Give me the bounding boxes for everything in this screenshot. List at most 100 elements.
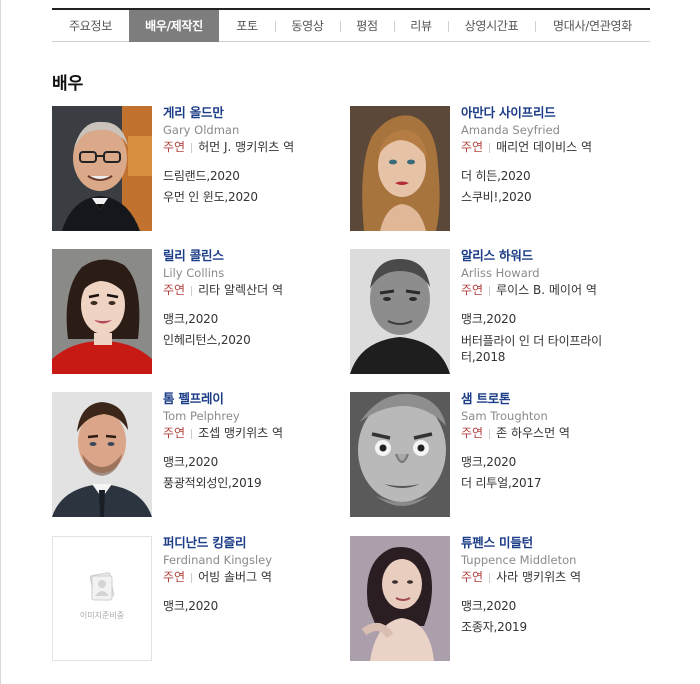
actor-name-korean[interactable]: 퍼디난드 킹즐리 <box>163 534 348 551</box>
character-name: 존 하우스먼 역 <box>496 426 570 440</box>
actor-photo[interactable] <box>350 106 450 231</box>
actor-photo[interactable] <box>52 249 152 374</box>
tab-cast-crew[interactable]: 배우/제작진 <box>129 9 219 42</box>
tab-showtimes[interactable]: 상영시간표 <box>448 10 535 42</box>
actor-card: 샘 트로톤 Sam Troughton 주연 존 하우스먼 역 맹크,2020 … <box>350 391 640 518</box>
role-type-label: 주연 <box>461 570 484 584</box>
filmography-item[interactable]: 인헤리턴스,2020 <box>163 330 348 351</box>
character-name: 사라 맹키위츠 역 <box>496 570 582 584</box>
page-left-border <box>0 0 1 684</box>
actor-name-english: Sam Troughton <box>461 409 548 423</box>
filmography-item[interactable]: 풍광적외성인,2019 <box>163 473 348 494</box>
character-name: 매리언 데이비스 역 <box>496 140 593 154</box>
actor-card: 톰 펠프레이 Tom Pelphrey 주연 조셉 맹키위츠 역 맹크,2020… <box>52 391 342 518</box>
role-divider <box>489 142 491 153</box>
role-divider <box>191 572 193 583</box>
character-name: 어빙 솔버그 역 <box>198 570 272 584</box>
filmography-list: 더 히든,2020 스쿠비!,2020 <box>461 166 646 208</box>
role-type-label: 주연 <box>163 570 186 584</box>
role-type-label: 주연 <box>163 426 186 440</box>
filmography-item[interactable]: 버터플라이 인 더 타이프라이터,2018 <box>461 333 621 365</box>
actor-name-english: Ferdinand Kingsley <box>163 553 273 567</box>
actor-role-row: 주연 루이스 B. 메이어 역 <box>461 282 646 299</box>
filmography-list: 맹크,2020 풍광적외성인,2019 <box>163 452 348 494</box>
role-type-label: 주연 <box>163 140 186 154</box>
actor-name-english: Tom Pelphrey <box>163 409 240 423</box>
tab-quotes-related[interactable]: 명대사/연관영화 <box>535 10 650 42</box>
filmography-item[interactable]: 더 리투얼,2017 <box>461 473 646 494</box>
actor-name-korean[interactable]: 튜펜스 미들턴 <box>461 534 646 551</box>
filmography-item[interactable]: 스쿠비!,2020 <box>461 187 646 208</box>
actor-name-korean[interactable]: 아만다 사이프리드 <box>461 104 646 121</box>
tab-photo[interactable]: 포토 <box>219 10 275 42</box>
filmography-item[interactable]: 맹크,2020 <box>461 309 646 330</box>
role-divider <box>489 572 491 583</box>
actor-photo[interactable] <box>52 392 152 517</box>
no-image-icon <box>89 572 115 601</box>
actor-photo[interactable] <box>52 106 152 231</box>
actor-name-english: Gary Oldman <box>163 123 240 137</box>
character-name: 리타 알렉산더 역 <box>198 283 284 297</box>
actor-role-row: 주연 리타 알렉산더 역 <box>163 282 348 299</box>
actor-role-row: 주연 허먼 J. 맹키위츠 역 <box>163 139 348 156</box>
actor-card: 게리 올드만 Gary Oldman 주연 허먼 J. 맹키위츠 역 드림랜드,… <box>52 105 342 232</box>
actor-photo[interactable] <box>350 392 450 517</box>
actor-name-korean[interactable]: 알리스 하워드 <box>461 247 646 264</box>
actor-role-row: 주연 조셉 맹키위츠 역 <box>163 425 348 442</box>
filmography-list: 맹크,2020 인헤리턴스,2020 <box>163 309 348 351</box>
actor-role-row: 주연 어빙 솔버그 역 <box>163 569 348 586</box>
section-title-cast: 배우 <box>52 74 84 94</box>
actor-photo-placeholder[interactable]: 이미지준비중 <box>52 536 152 661</box>
filmography-item[interactable]: 맹크,2020 <box>461 452 646 473</box>
actor-role-row: 주연 사라 맹키위츠 역 <box>461 569 646 586</box>
role-divider <box>489 428 491 439</box>
filmography-list: 맹크,2020 조종자,2019 <box>461 596 646 638</box>
filmography-item[interactable]: 더 히든,2020 <box>461 166 646 187</box>
actor-role-row: 주연 매리언 데이비스 역 <box>461 139 646 156</box>
actor-card: 아만다 사이프리드 Amanda Seyfried 주연 매리언 데이비스 역 … <box>350 105 640 232</box>
filmography-item[interactable]: 맹크,2020 <box>163 309 348 330</box>
actor-card: 릴리 콜린스 Lily Collins 주연 리타 알렉산더 역 맹크,2020… <box>52 248 342 375</box>
filmography-item[interactable]: 맹크,2020 <box>163 452 348 473</box>
role-type-label: 주연 <box>163 283 186 297</box>
actor-photo[interactable] <box>350 249 450 374</box>
actor-name-korean[interactable]: 게리 올드만 <box>163 104 348 121</box>
no-image-caption: 이미지준비중 <box>79 611 125 620</box>
character-name: 허먼 J. 맹키위츠 역 <box>198 140 295 154</box>
actor-name-english: Arliss Howard <box>461 266 540 280</box>
tab-video[interactable]: 동영상 <box>275 10 340 42</box>
filmography-list: 맹크,2020 버터플라이 인 더 타이프라이터,2018 <box>461 309 646 365</box>
actor-card: 알리스 하워드 Arliss Howard 주연 루이스 B. 메이어 역 맹크… <box>350 248 640 375</box>
filmography-item[interactable]: 조종자,2019 <box>461 617 646 638</box>
filmography-item[interactable]: 우먼 인 윈도,2020 <box>163 187 348 208</box>
actor-role-row: 주연 존 하우스먼 역 <box>461 425 646 442</box>
tab-main-info[interactable]: 주요정보 <box>52 10 129 42</box>
tab-rating[interactable]: 평점 <box>340 10 394 42</box>
role-type-label: 주연 <box>461 426 484 440</box>
character-name: 루이스 B. 메이어 역 <box>496 283 597 297</box>
filmography-list: 맹크,2020 더 리투얼,2017 <box>461 452 646 494</box>
actor-name-english: Amanda Seyfried <box>461 123 560 137</box>
character-name: 조셉 맹키위츠 역 <box>198 426 284 440</box>
filmography-item[interactable]: 맹크,2020 <box>461 596 646 617</box>
actor-photo[interactable] <box>350 536 450 661</box>
filmography-list: 드림랜드,2020 우먼 인 윈도,2020 <box>163 166 348 208</box>
role-divider <box>191 285 193 296</box>
movie-tab-bar: 주요정보 배우/제작진 포토 동영상 평점 리뷰 상영시간표 명대사/연관영화 <box>52 8 650 42</box>
tab-review[interactable]: 리뷰 <box>394 10 448 42</box>
filmography-item[interactable]: 맹크,2020 <box>163 596 348 617</box>
actor-card: 튜펜스 미들턴 Tuppence Middleton 주연 사라 맹키위츠 역 … <box>350 535 640 662</box>
role-type-label: 주연 <box>461 140 484 154</box>
actor-name-english: Lily Collins <box>163 266 225 280</box>
actor-name-english: Tuppence Middleton <box>461 553 577 567</box>
actor-card: 이미지준비중 퍼디난드 킹즐리 Ferdinand Kingsley 주연 어빙… <box>52 535 342 662</box>
role-divider <box>191 142 193 153</box>
role-divider <box>489 285 491 296</box>
filmography-list: 맹크,2020 <box>163 596 348 617</box>
actor-name-korean[interactable]: 릴리 콜린스 <box>163 247 348 264</box>
actor-name-korean[interactable]: 샘 트로톤 <box>461 390 646 407</box>
role-divider <box>191 428 193 439</box>
role-type-label: 주연 <box>461 283 484 297</box>
filmography-item[interactable]: 드림랜드,2020 <box>163 166 348 187</box>
actor-name-korean[interactable]: 톰 펠프레이 <box>163 390 348 407</box>
